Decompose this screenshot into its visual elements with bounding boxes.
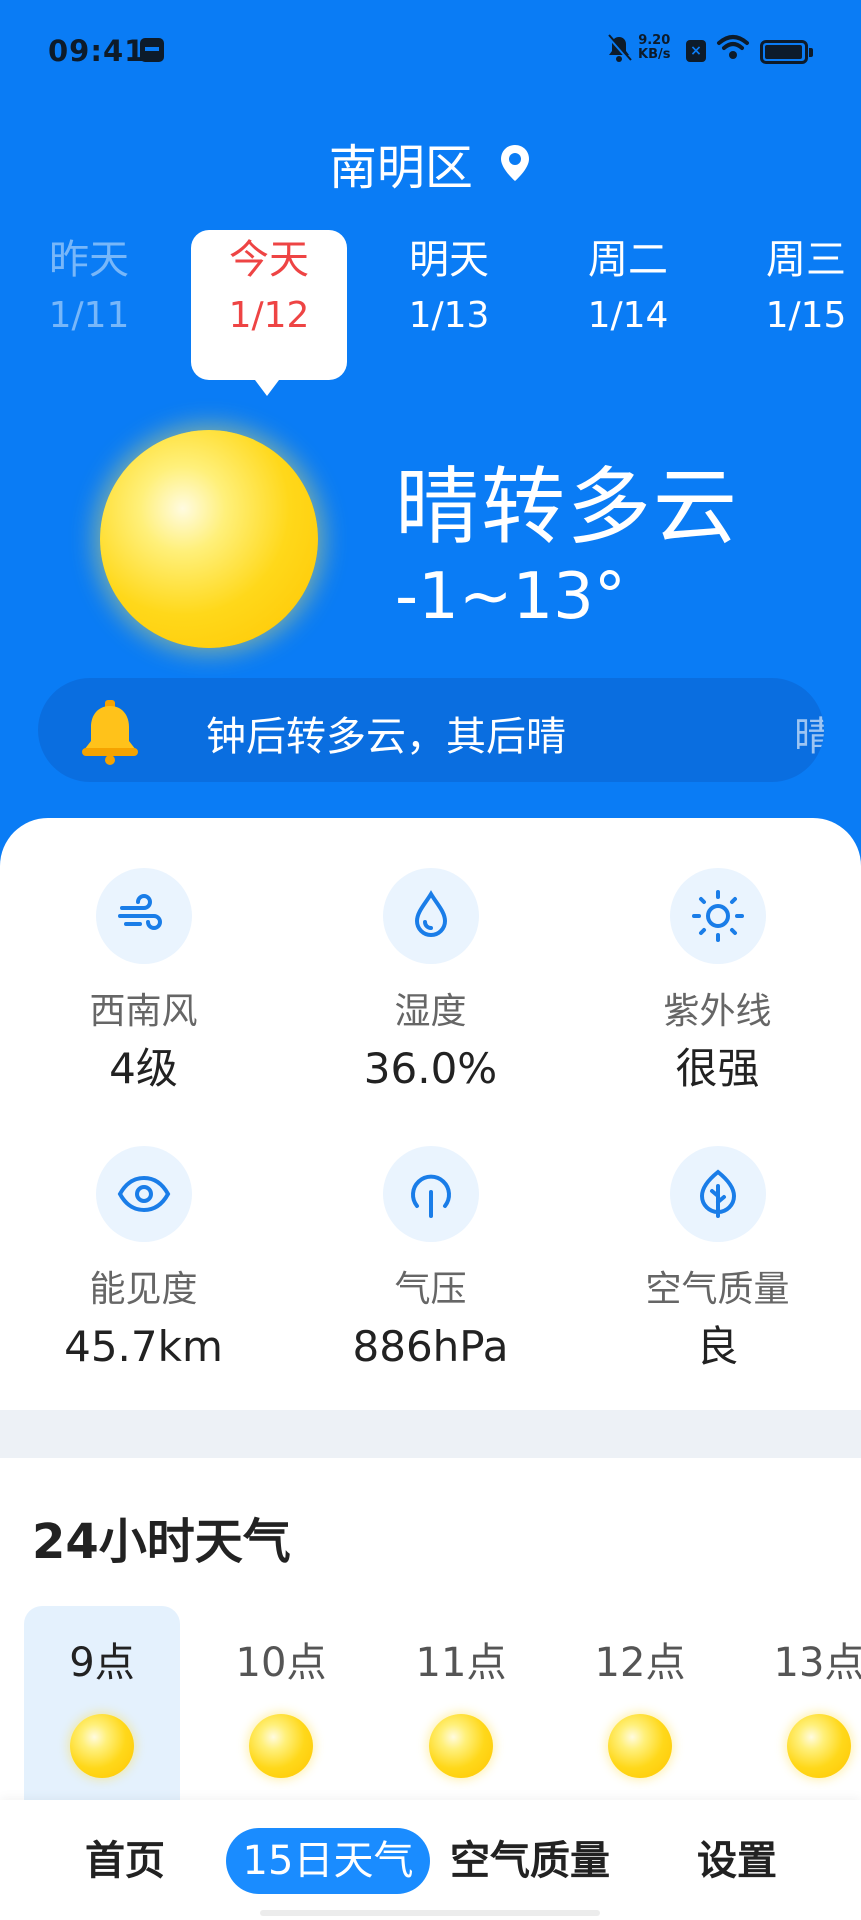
hour-label: 11点 [415,1640,507,1686]
net-speed: 9.20 KB/s [638,34,670,62]
detail-value: 良 [696,1322,739,1371]
detail-label: 紫外线 [663,991,772,1032]
day-tab-name: 今天 [229,237,309,283]
status-bar: 09:41 9.20 KB/s × [0,0,861,100]
detail-value: 4级 [109,1044,178,1093]
detail-label: 西南风 [89,991,198,1032]
day-tab-date: 1/13 [408,295,490,336]
bottom-nav: 首页 15日天气 空气质量 设置 [0,1800,861,1920]
day-tab-date: 1/14 [587,295,669,336]
nav-item-home[interactable]: 首页 [60,1828,190,1894]
day-tab-yesterday[interactable]: 昨天 1/11 [14,232,164,344]
hour-item[interactable]: 10点 [196,1636,366,1778]
notice-fade [178,678,208,782]
temperature-range: -1~13° [395,560,626,634]
notice-message: 钟后转多云，其后晴 [206,714,566,760]
sun-icon [429,1714,493,1778]
mute-icon [606,34,632,62]
hour-item[interactable]: 11点 [376,1636,546,1778]
details-card: 西南风 4级 湿度 36.0% 紫外线 很强 能见度 45.7km 气压 886… [0,818,861,1410]
day-tab-tomorrow[interactable]: 明天 1/13 [374,232,524,344]
net-speed-unit: KB/s [638,47,671,62]
location-header[interactable]: 南明区 [0,128,861,198]
day-tab-wednesday[interactable]: 周三 1/15 [731,232,861,344]
humidity-icon [414,890,447,937]
day-tab-name: 周二 [588,237,668,283]
hour-label: 12点 [594,1640,686,1686]
uv-icon [691,890,744,942]
day-tab-tuesday[interactable]: 周二 1/14 [553,232,703,344]
sim-card-icon [140,38,164,62]
air-quality-icon [699,1169,736,1218]
battery-icon [760,40,813,64]
home-indicator [260,1910,600,1916]
day-tab-date: 1/12 [228,295,310,336]
sun-icon [100,430,318,648]
day-tab-date: 1/11 [48,295,130,336]
bell-icon [82,700,138,765]
detail-value: 36.0% [363,1044,498,1093]
detail-pressure: 气压 886hPa [287,1146,574,1372]
detail-label: 空气质量 [645,1269,790,1310]
day-tab-name: 周三 [766,237,846,283]
detail-value: 886hPa [352,1322,509,1371]
notice-message-next: 晴 [794,714,824,760]
sun-icon [249,1714,313,1778]
detail-label: 能见度 [89,1269,198,1310]
nfc-icon: × [686,40,706,62]
net-speed-value: 9.20 [638,33,671,48]
section-divider [0,1410,861,1458]
detail-humidity: 湿度 36.0% [287,868,574,1094]
pressure-icon [410,1174,451,1218]
visibility-icon [117,1175,170,1213]
detail-label: 气压 [394,1269,467,1310]
hour-item[interactable]: 13点 [734,1636,861,1778]
sun-icon [787,1714,851,1778]
detail-wind: 西南风 4级 [0,868,287,1094]
hour-item[interactable]: 12点 [555,1636,725,1778]
detail-uv: 紫外线 很强 [574,868,861,1094]
sun-icon [608,1714,672,1778]
status-time: 09:41 [48,34,146,68]
sun-icon [70,1714,134,1778]
day-tab-today[interactable]: 今天 1/12 [194,232,344,344]
detail-visibility: 能见度 45.7km [0,1146,287,1372]
hour-label: 13点 [773,1640,861,1686]
weather-notice[interactable]: 钟后转多云，其后晴 晴 [38,678,824,782]
nav-item-air-quality[interactable]: 空气质量 [440,1828,620,1894]
location-name: 南明区 [328,140,473,196]
wifi-icon [717,35,749,59]
detail-value: 45.7km [64,1322,223,1371]
hourly-title: 24小时天气 [32,1514,291,1570]
hour-item[interactable]: 9点 [17,1636,187,1778]
weather-condition: 晴转多云 [395,458,740,556]
day-tab-name: 明天 [409,237,489,283]
nav-item-settings[interactable]: 设置 [672,1828,802,1894]
wind-icon [117,894,162,930]
hour-label: 9点 [69,1640,135,1686]
detail-air-quality: 空气质量 良 [574,1146,861,1372]
nav-item-15-day[interactable]: 15日天气 [226,1828,430,1894]
detail-label: 湿度 [394,991,467,1032]
hour-label: 10点 [235,1640,327,1686]
detail-value: 很强 [675,1044,760,1093]
day-tab-date: 1/15 [765,295,847,336]
location-pin-icon [501,145,530,181]
day-tab-name: 昨天 [49,237,129,283]
